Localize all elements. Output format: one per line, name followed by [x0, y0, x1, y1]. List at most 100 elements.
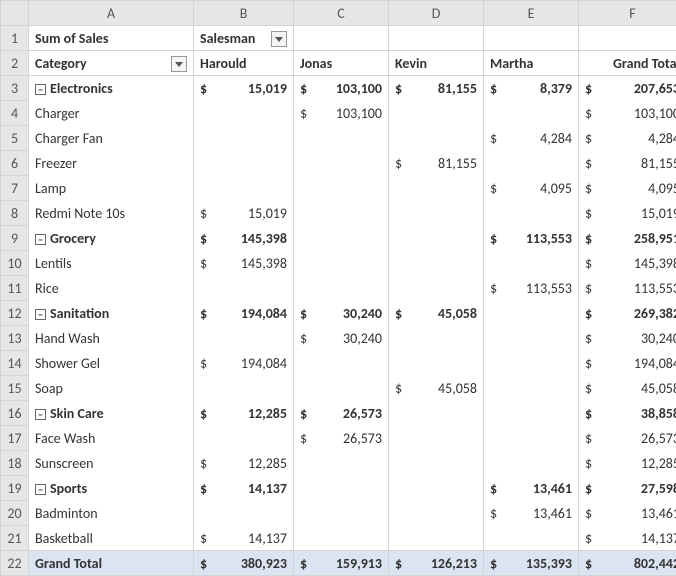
cell-B5[interactable]	[194, 126, 294, 151]
cell-C11[interactable]	[294, 276, 389, 301]
cell-D12[interactable]: $45,058	[389, 301, 484, 326]
cell-F16[interactable]: $38,858	[579, 401, 676, 426]
cell-C14[interactable]	[294, 351, 389, 376]
item-freezer[interactable]: Freezer	[29, 151, 194, 176]
cell-B10[interactable]: $145,398	[194, 251, 294, 276]
row-header-12[interactable]: 12	[1, 301, 29, 326]
cell-C5[interactable]	[294, 126, 389, 151]
cell-D19[interactable]	[389, 476, 484, 501]
cell-B13[interactable]	[194, 326, 294, 351]
col-header-A[interactable]: A	[29, 1, 194, 26]
cell-E13[interactable]	[484, 326, 579, 351]
select-all[interactable]	[1, 1, 29, 26]
collapse-icon[interactable]: −	[35, 484, 46, 495]
cell-F8[interactable]: $15,019	[579, 201, 676, 226]
collapse-icon[interactable]: −	[35, 234, 46, 245]
col-header-D[interactable]: D	[389, 1, 484, 26]
cell-C3[interactable]: $103,100	[294, 76, 389, 101]
cell-F3[interactable]: $207,653	[579, 76, 676, 101]
col-harould[interactable]: Harould	[194, 51, 294, 76]
cell-F14[interactable]: $194,084	[579, 351, 676, 376]
row-header-16[interactable]: 16	[1, 401, 29, 426]
cell-B16[interactable]: $12,285	[194, 401, 294, 426]
cell-B3[interactable]: $15,019	[194, 76, 294, 101]
item-lamp[interactable]: Lamp	[29, 176, 194, 201]
cell-D1[interactable]	[389, 26, 484, 51]
cell-F15[interactable]: $45,058	[579, 376, 676, 401]
cell-D11[interactable]	[389, 276, 484, 301]
row-header-1[interactable]: 1	[1, 26, 29, 51]
row-header-19[interactable]: 19	[1, 476, 29, 501]
row-header-2[interactable]: 2	[1, 51, 29, 76]
row-header-21[interactable]: 21	[1, 526, 29, 551]
cell-B14[interactable]: $194,084	[194, 351, 294, 376]
cell-F20[interactable]: $13,461	[579, 501, 676, 526]
cell-B18[interactable]: $12,285	[194, 451, 294, 476]
row-header-17[interactable]: 17	[1, 426, 29, 451]
cell-B17[interactable]	[194, 426, 294, 451]
cell-C12[interactable]: $30,240	[294, 301, 389, 326]
cell-F9[interactable]: $258,951	[579, 226, 676, 251]
cell-E22[interactable]: $135,393	[484, 551, 579, 576]
category-sports[interactable]: −Sports	[29, 476, 194, 501]
col-kevin[interactable]: Kevin	[389, 51, 484, 76]
cell-F22[interactable]: $802,442	[579, 551, 676, 576]
row-header-15[interactable]: 15	[1, 376, 29, 401]
row-header-9[interactable]: 9	[1, 226, 29, 251]
row-header-11[interactable]: 11	[1, 276, 29, 301]
cell-C7[interactable]	[294, 176, 389, 201]
cell-D15[interactable]: $45,058	[389, 376, 484, 401]
cell-E15[interactable]	[484, 376, 579, 401]
cell-D13[interactable]	[389, 326, 484, 351]
category-grocery[interactable]: −Grocery	[29, 226, 194, 251]
row-header-5[interactable]: 5	[1, 126, 29, 151]
cell-C15[interactable]	[294, 376, 389, 401]
row-header-18[interactable]: 18	[1, 451, 29, 476]
cell-B8[interactable]: $15,019	[194, 201, 294, 226]
cell-C16[interactable]: $26,573	[294, 401, 389, 426]
cell-C20[interactable]	[294, 501, 389, 526]
row-header-4[interactable]: 4	[1, 101, 29, 126]
cell-D20[interactable]	[389, 501, 484, 526]
cell-F6[interactable]: $81,155	[579, 151, 676, 176]
cell-C8[interactable]	[294, 201, 389, 226]
cell-E17[interactable]	[484, 426, 579, 451]
cell-F1[interactable]	[579, 26, 676, 51]
row-header-3[interactable]: 3	[1, 76, 29, 101]
cell-C1[interactable]	[294, 26, 389, 51]
cell-B7[interactable]	[194, 176, 294, 201]
salesman-filter-dropdown[interactable]	[271, 31, 287, 47]
row-header-6[interactable]: 6	[1, 151, 29, 176]
cell-C13[interactable]: $30,240	[294, 326, 389, 351]
cell-D8[interactable]	[389, 201, 484, 226]
cell-D22[interactable]: $126,213	[389, 551, 484, 576]
cell-D4[interactable]	[389, 101, 484, 126]
cell-B21[interactable]: $14,137	[194, 526, 294, 551]
col-header-C[interactable]: C	[294, 1, 389, 26]
cell-F18[interactable]: $12,285	[579, 451, 676, 476]
cell-F5[interactable]: $4,284	[579, 126, 676, 151]
cell-D14[interactable]	[389, 351, 484, 376]
cell-E20[interactable]: $13,461	[484, 501, 579, 526]
cell-B15[interactable]	[194, 376, 294, 401]
cell-C19[interactable]	[294, 476, 389, 501]
item-face-wash[interactable]: Face Wash	[29, 426, 194, 451]
cell-D7[interactable]	[389, 176, 484, 201]
item-charger[interactable]: Charger	[29, 101, 194, 126]
cell-B4[interactable]	[194, 101, 294, 126]
col-header-E[interactable]: E	[484, 1, 579, 26]
cell-C10[interactable]	[294, 251, 389, 276]
cell-E10[interactable]	[484, 251, 579, 276]
cell-D6[interactable]: $81,155	[389, 151, 484, 176]
cell-E6[interactable]	[484, 151, 579, 176]
cell-F21[interactable]: $14,137	[579, 526, 676, 551]
row-header-10[interactable]: 10	[1, 251, 29, 276]
row-header-14[interactable]: 14	[1, 351, 29, 376]
row-header-20[interactable]: 20	[1, 501, 29, 526]
cell-F11[interactable]: $113,553	[579, 276, 676, 301]
cell-E5[interactable]: $4,284	[484, 126, 579, 151]
cell-E8[interactable]	[484, 201, 579, 226]
row-header-13[interactable]: 13	[1, 326, 29, 351]
cell-B11[interactable]	[194, 276, 294, 301]
cell-D18[interactable]	[389, 451, 484, 476]
